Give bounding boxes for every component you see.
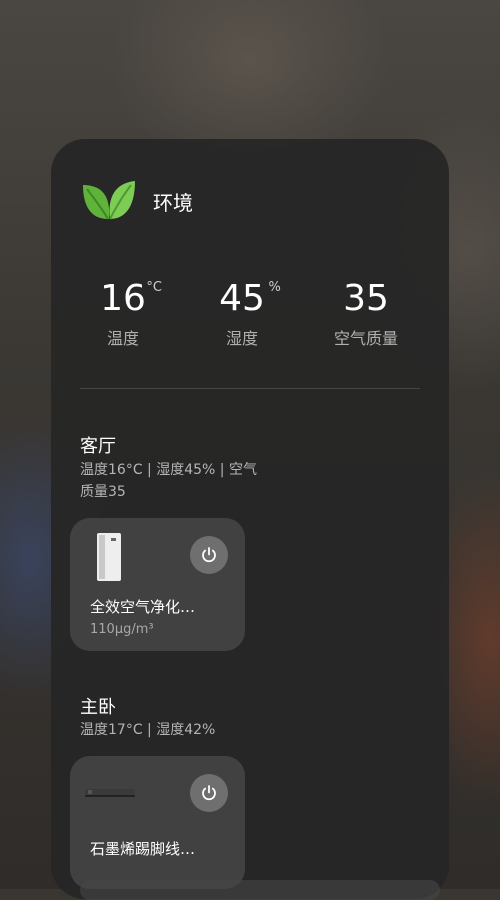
baseboard-heater-icon <box>85 789 135 797</box>
room-title-living-room[interactable]: 客厅 <box>80 432 116 458</box>
environment-panel: 环境 16 °C 温度 45 % 湿度 35 空气质量 客厅 温度16°C | … <box>51 139 449 899</box>
device-name: 全效空气净化… <box>90 598 196 616</box>
air-quality-value: 35 <box>343 278 389 319</box>
environment-header: 环境 <box>81 179 193 223</box>
power-button[interactable] <box>190 536 228 574</box>
temperature-unit: °C <box>146 280 162 295</box>
power-button[interactable] <box>190 774 228 812</box>
air-quality-label: 空气质量 <box>333 329 398 348</box>
next-card-peek <box>80 880 440 900</box>
divider <box>80 388 420 389</box>
room-summary-master-bedroom: 温度17°C | 湿度42% <box>80 722 216 738</box>
power-icon <box>202 547 216 563</box>
device-name: 石墨烯踢脚线… <box>90 840 196 858</box>
room-summary-living-room: 温度16°C | 湿度45% | 空气质量35 <box>80 462 257 500</box>
environment-title: 环境 <box>153 190 193 215</box>
air-purifier-icon <box>97 533 121 581</box>
leaf-icon <box>83 181 135 220</box>
stat-air-quality: 35 空气质量 <box>306 279 426 349</box>
device-reading: 110μg/m³ <box>90 622 154 637</box>
humidity-label: 湿度 <box>225 329 258 348</box>
humidity-unit: % <box>268 280 281 295</box>
temperature-value: 16 °C <box>100 278 162 319</box>
device-card-baseboard-heater[interactable]: 石墨烯踢脚线… <box>70 756 245 889</box>
power-icon <box>202 785 216 801</box>
humidity-value: 45 % <box>219 278 281 319</box>
stat-temperature: 16 °C 温度 <box>63 279 183 349</box>
device-card-air-purifier[interactable]: 全效空气净化… 110μg/m³ <box>70 518 245 651</box>
temperature-label: 温度 <box>106 329 139 348</box>
room-title-master-bedroom[interactable]: 主卧 <box>80 693 116 719</box>
stat-humidity: 45 % 湿度 <box>182 279 302 349</box>
